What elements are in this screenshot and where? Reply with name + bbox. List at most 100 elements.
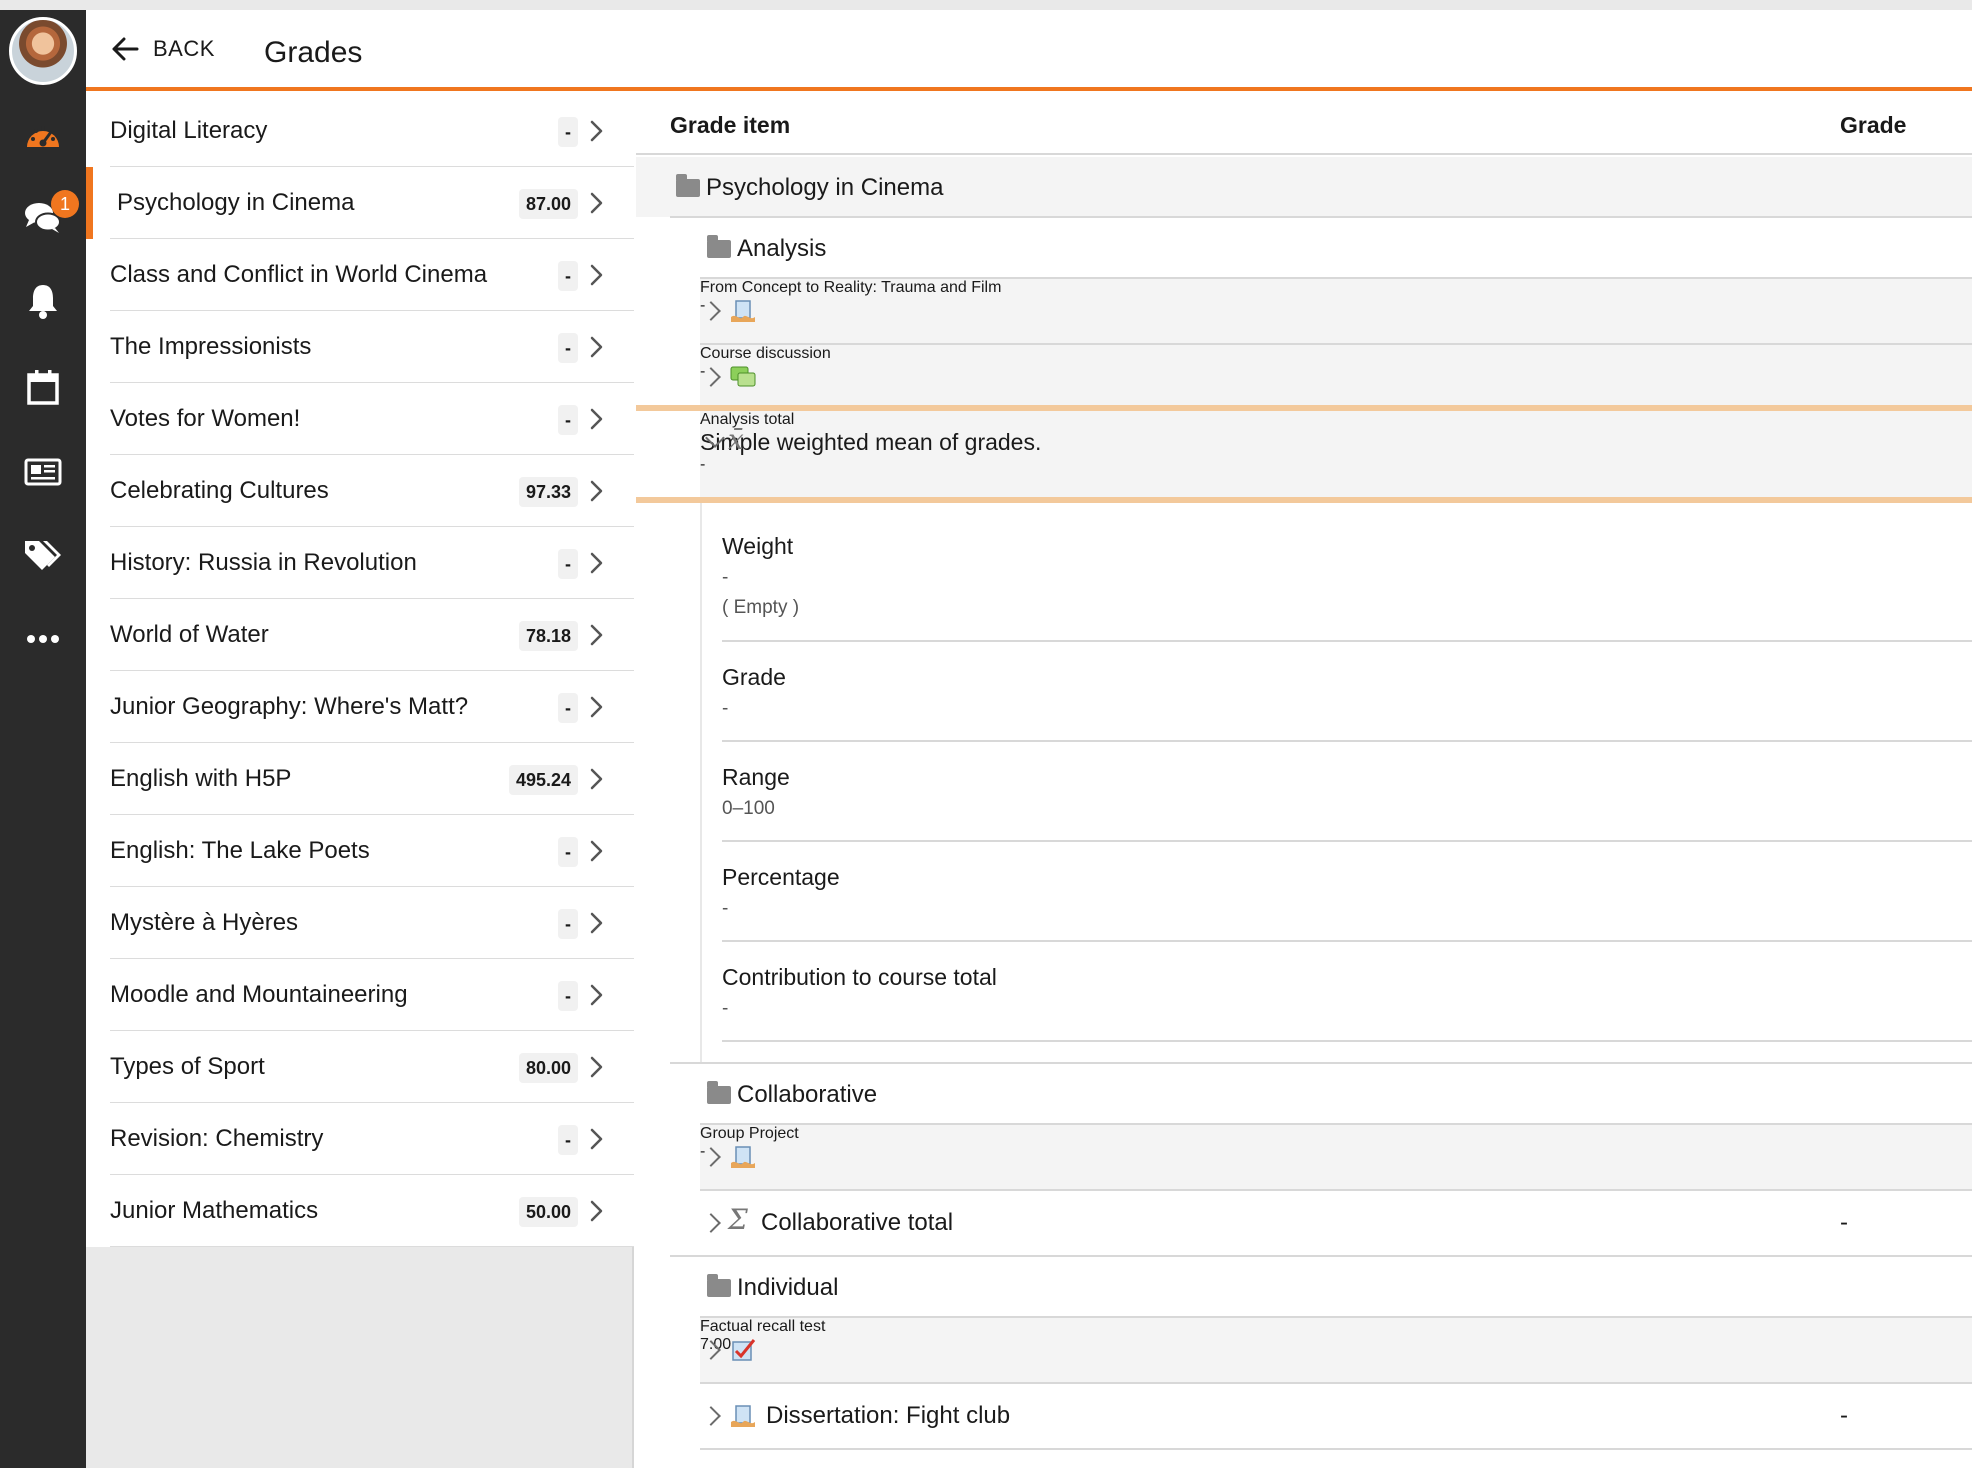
folder-icon: [676, 174, 700, 197]
app-nav-rail: 1: [0, 0, 86, 1468]
detail-indent-line: [700, 503, 702, 1063]
course-name: History: Russia in Revolution: [110, 549, 417, 576]
detail-value: 0–100: [722, 798, 775, 819]
detail-value: -: [722, 567, 729, 588]
detail-value: -: [722, 698, 729, 719]
rail-top-strip: [0, 0, 86, 10]
grade-item-name: Group Project: [700, 1125, 799, 1142]
course-list-item[interactable]: Junior Mathematics 50.00: [86, 1175, 634, 1247]
grade-value: -: [1840, 1209, 1848, 1236]
grade-total-row[interactable]: Σ Collaborative total -: [636, 1191, 1972, 1255]
more-icon[interactable]: [0, 604, 86, 674]
course-name: World of Water: [110, 621, 269, 648]
course-list-item[interactable]: Digital Literacy -: [86, 95, 634, 167]
category-row: Collaborative: [636, 1064, 1972, 1124]
divider: [700, 1448, 1972, 1450]
grade-item-row[interactable]: Group Project -: [700, 1125, 1972, 1189]
grade-value: -: [700, 363, 706, 380]
grade-item-row[interactable]: Dissertation: Fight club -: [636, 1384, 1972, 1448]
category-row: Analysis: [636, 218, 1972, 278]
course-list: Digital Literacy - Psychology in Cinema 87.…: [86, 95, 634, 1468]
detail-value: -: [722, 898, 729, 919]
grade-item-name: Factual recall test: [700, 1318, 826, 1335]
chevron-right-icon: [590, 120, 603, 142]
course-grade-badge: 78.18: [518, 621, 578, 651]
calendar-icon[interactable]: [0, 352, 86, 422]
avatar[interactable]: [9, 17, 77, 85]
back-button[interactable]: BACK: [111, 36, 215, 62]
category-name: Collaborative: [737, 1081, 878, 1108]
course-name: Digital Literacy: [110, 117, 268, 144]
course-grade-badge: -: [558, 405, 578, 435]
active-indicator: [86, 167, 93, 239]
chevron-right-icon: [590, 192, 603, 214]
course-grade-badge: -: [558, 1125, 578, 1155]
divider: [110, 1246, 634, 1247]
course-list-item[interactable]: English: The Lake Poets -: [86, 815, 634, 887]
grade-item-row[interactable]: From Concept to Reality: Trauma and Film…: [700, 279, 1972, 343]
divider: [722, 940, 1972, 942]
chevron-right-icon: [590, 1056, 603, 1078]
chevron-right-icon: [590, 336, 603, 358]
grade-item-name: Dissertation: Fight club: [766, 1402, 1011, 1429]
course-grade-badge: 50.00: [518, 1197, 578, 1227]
page-title: Grades: [264, 36, 363, 69]
course-list-item[interactable]: History: Russia in Revolution -: [86, 527, 634, 599]
course-name: The Impressionists: [110, 333, 312, 360]
course-grade-badge: -: [558, 837, 578, 867]
mean-icon: x̄: [728, 423, 744, 456]
course-grade-badge: -: [558, 693, 578, 723]
course-name: English: The Lake Poets: [110, 837, 370, 864]
detail-label: Grade: [722, 664, 786, 690]
grade-item-name: Course discussion: [700, 345, 831, 362]
course-list-item[interactable]: Mystère à Hyères -: [86, 887, 634, 959]
course-list-item[interactable]: The Impressionists -: [86, 311, 634, 383]
folder-icon: [707, 1081, 731, 1104]
chevron-right-icon: [590, 480, 603, 502]
grades-table-header: Grade item Grade: [636, 95, 1972, 155]
grade-item-name: Collaborative total: [761, 1209, 954, 1236]
course-list-item[interactable]: English with H5P 495.24: [86, 743, 634, 815]
course-list-item[interactable]: Class and Conflict in World Cinema -: [86, 239, 634, 311]
category-row: Individual: [636, 1257, 1972, 1317]
news-icon[interactable]: [0, 437, 86, 507]
grade-value: -: [700, 456, 706, 473]
grade-value: -: [700, 297, 706, 314]
tags-icon[interactable]: [0, 520, 86, 590]
course-name: Mystère à Hyères: [110, 909, 299, 936]
course-list-item[interactable]: Junior Geography: Where's Matt? -: [86, 671, 634, 743]
chevron-right-icon: [590, 912, 603, 934]
course-grade-badge: -: [558, 261, 578, 291]
chevron-right-icon: [590, 1128, 603, 1150]
course-list-item[interactable]: Revision: Chemistry -: [86, 1103, 634, 1175]
chevron-right-icon: [590, 840, 603, 862]
grade-item-row[interactable]: Factual recall test 7.00: [700, 1318, 1972, 1382]
notifications-icon[interactable]: [0, 266, 86, 336]
course-name: Revision: Chemistry: [110, 1125, 324, 1152]
divider: [722, 1040, 1972, 1042]
window-top-strip: [86, 0, 1972, 10]
highlight-border-bottom: [636, 497, 1972, 503]
course-list-item[interactable]: Psychology in Cinema 87.00: [86, 167, 634, 239]
assignment-icon: [731, 1405, 755, 1427]
course-list-item[interactable]: World of Water 78.18: [86, 599, 634, 671]
course-list-item[interactable]: Moodle and Mountaineering -: [86, 959, 634, 1031]
detail-label: Range: [722, 764, 790, 790]
category-name: Individual: [737, 1274, 839, 1301]
grade-item-row[interactable]: Course discussion -: [700, 345, 1972, 409]
course-grade-badge: -: [558, 333, 578, 363]
course-grade-badge: -: [558, 981, 578, 1011]
messages-badge: 1: [51, 190, 79, 218]
grade-total-row[interactable]: x̄ Analysis total Simple weighted mean o…: [700, 411, 1972, 497]
expand-chevron-icon[interactable]: [701, 1213, 721, 1233]
chevron-right-icon: [590, 264, 603, 286]
course-list-item[interactable]: Celebrating Cultures 97.33: [86, 455, 634, 527]
assignment-icon: [731, 1146, 755, 1168]
expand-chevron-icon[interactable]: [701, 1406, 721, 1426]
course-list-item[interactable]: Votes for Women! -: [86, 383, 634, 455]
quiz-icon: [732, 1339, 756, 1361]
dashboard-icon[interactable]: [0, 101, 86, 171]
course-name: Junior Geography: Where's Matt?: [110, 693, 469, 720]
chevron-right-icon: [590, 624, 603, 646]
course-list-item[interactable]: Types of Sport 80.00: [86, 1031, 634, 1103]
